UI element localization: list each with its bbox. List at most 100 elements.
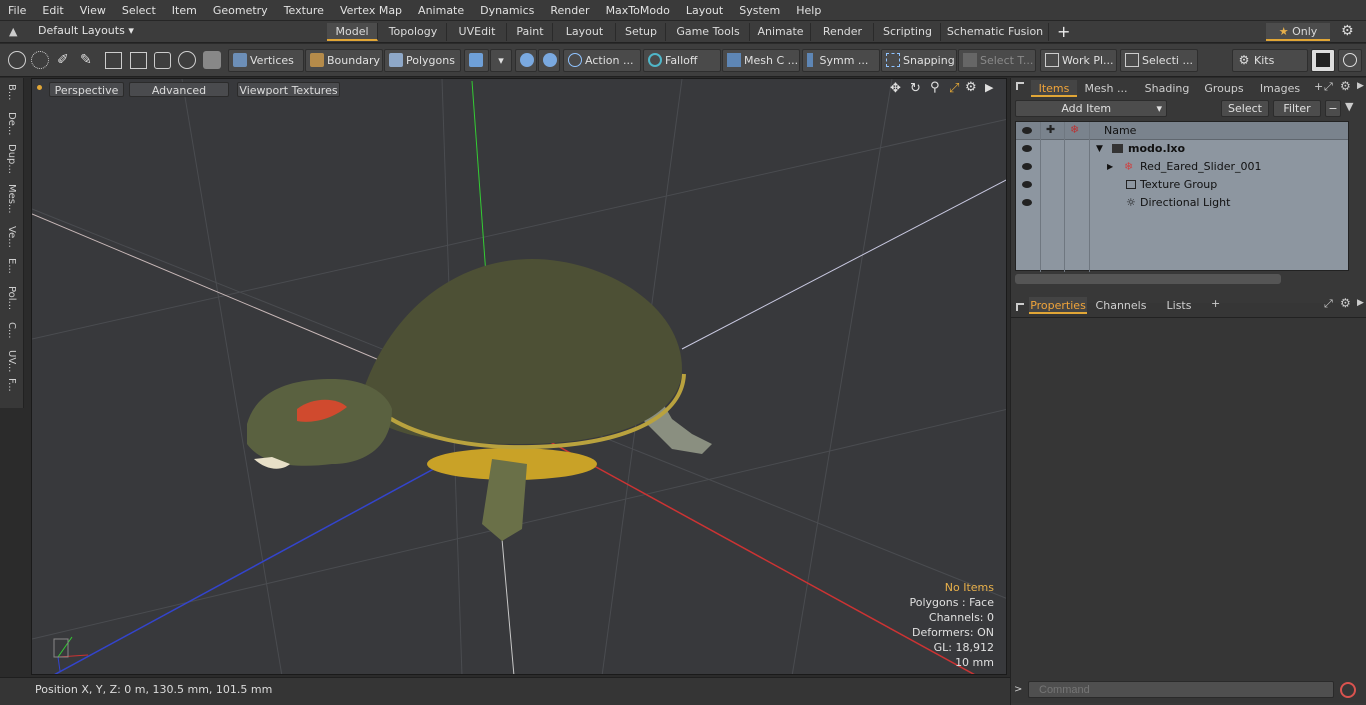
visibility-eye-icon[interactable] [1022,199,1032,206]
gear-icon[interactable]: ⚙ [1341,23,1354,39]
tab-images[interactable]: Images [1253,80,1307,97]
command-input[interactable] [1028,681,1334,698]
menu-maxtomodo[interactable]: MaxToModo [598,0,678,21]
tab-layout[interactable]: Layout [554,23,616,41]
left-tab-deform[interactable]: De... [3,112,19,135]
tab-shading[interactable]: Shading [1139,80,1195,97]
item-list-scrollbar[interactable] [1015,274,1281,284]
name-column-header[interactable]: Name [1104,124,1136,137]
panel-arrow-icon[interactable]: ▶ [1357,81,1364,91]
properties-gear-icon[interactable]: ⚙ [1340,296,1351,310]
left-tab-basic[interactable]: B... [3,84,19,100]
collapse-icon[interactable]: − [1325,100,1341,117]
tab-uvedit[interactable]: UVEdit [448,23,507,41]
viewport-gear-icon[interactable]: ⚙ [965,80,977,95]
rotate-view-icon[interactable]: ↻ [910,81,921,96]
menu-texture[interactable]: Texture [276,0,332,21]
default-layouts-dropdown[interactable]: Default Layouts ▾ [38,24,134,37]
falloff-button[interactable]: Falloff [643,49,721,72]
properties-arrow-icon[interactable]: ▶ [1357,298,1364,308]
tab-channels[interactable]: Channels [1093,297,1149,314]
select-button[interactable]: Select [1221,100,1269,117]
left-tab-duplicate[interactable]: Dup... [3,144,19,174]
menu-help[interactable]: Help [788,0,829,21]
mode-dropdown-button[interactable]: ▾ [490,49,512,72]
3d-viewport[interactable]: Perspective Advanced Viewport Textures ✥… [31,78,1007,675]
snapping-button[interactable]: Snapping [881,49,957,72]
menu-edit[interactable]: Edit [34,0,71,21]
mesh-constraint-button[interactable]: Mesh C ... [722,49,800,72]
menu-layout[interactable]: Layout [678,0,731,21]
perspective-button[interactable]: Perspective [49,82,124,97]
viewport-textures-button[interactable]: Viewport Textures [237,82,340,97]
action-button[interactable]: Action ... [563,49,641,72]
menu-select[interactable]: Select [114,0,164,21]
symmetry-button[interactable]: Symm ... [802,49,880,72]
tree-row-mesh[interactable]: ▶ ❄ Red_Eared_Slider_001 [1016,158,1348,176]
menu-view[interactable]: View [72,0,114,21]
fit-view-icon[interactable]: ⤢ [949,81,959,96]
add-panel-tab-button[interactable]: + [1314,80,1323,93]
advanced-button[interactable]: Advanced [129,82,229,97]
frame-icon[interactable] [154,52,171,69]
polygons-button[interactable]: Polygons [384,49,461,72]
grid-snap-icon[interactable] [130,52,147,69]
add-item-button[interactable]: Add Item ▾ [1015,100,1167,117]
tab-groups[interactable]: Groups [1199,80,1249,97]
pen-icon[interactable]: ✐ [57,52,69,68]
kits-button[interactable]: ⚙ Kits [1232,49,1308,72]
filter-button[interactable]: Filter [1273,100,1321,117]
tab-game-tools[interactable]: Game Tools [667,23,750,41]
left-tab-polygon[interactable]: Pol... [3,286,19,310]
timer-icon[interactable] [178,51,196,69]
menu-dynamics[interactable]: Dynamics [472,0,542,21]
unreal-button[interactable] [1338,49,1362,72]
tab-model[interactable]: Model [327,23,378,41]
left-tab-vertex[interactable]: Ve... [3,226,19,248]
symmetry-icon-button[interactable] [515,49,537,72]
tab-paint[interactable]: Paint [508,23,553,41]
material-mode-button[interactable] [464,49,489,72]
panel-gear-icon[interactable]: ⚙ [1340,79,1351,93]
tree-row-directional-light[interactable]: ☼ Directional Light [1016,194,1348,212]
visibility-eye-icon[interactable] [1022,163,1032,170]
left-tab-fusion[interactable]: F... [3,378,19,392]
properties-expand-icon[interactable]: ⤢ [1324,297,1333,311]
item-mode-icon[interactable] [203,51,221,69]
circle-select-icon[interactable] [8,51,26,69]
globe-icon[interactable] [31,51,49,69]
pivot-header-icon[interactable]: ❄ [1070,123,1079,136]
tab-schematic-fusion[interactable]: Schematic Fusion [942,23,1049,41]
tab-lists[interactable]: Lists [1153,297,1205,314]
panel-expand-icon[interactable]: ⤢ [1324,80,1333,94]
boundary-button[interactable]: Boundary [305,49,383,72]
add-properties-tab-button[interactable]: + [1211,297,1220,310]
expand-arrow-icon[interactable]: ▶ [1107,158,1113,176]
align-icon[interactable] [105,52,122,69]
menu-item[interactable]: Item [164,0,205,21]
tab-properties[interactable]: Properties [1029,297,1087,314]
move-view-icon[interactable]: ✥ [890,81,901,96]
select-through-button[interactable]: Select T... [958,49,1036,72]
visibility-eye-icon[interactable] [1022,181,1032,188]
menu-vertex-map[interactable]: Vertex Map [332,0,410,21]
turtle-model[interactable] [247,259,712,541]
visibility-eye-icon[interactable] [1022,145,1032,152]
left-tab-curve[interactable]: C... [3,322,19,339]
menu-file[interactable]: File [0,0,34,21]
tab-scripting[interactable]: Scripting [875,23,941,41]
visibility-header-icon[interactable] [1022,127,1032,134]
left-tab-mesh-edit[interactable]: Mes... [3,184,19,214]
menu-render[interactable]: Render [542,0,597,21]
tab-mesh[interactable]: Mesh ... [1081,80,1131,97]
menu-animate[interactable]: Animate [410,0,472,21]
tab-setup[interactable]: Setup [617,23,666,41]
tab-topology[interactable]: Topology [380,23,447,41]
record-icon[interactable] [1340,682,1356,698]
unity-button[interactable] [1311,49,1335,72]
expand-arrow-icon[interactable]: ▼ [1096,140,1103,158]
only-toggle[interactable]: ★ Only [1266,23,1330,41]
left-tab-uv[interactable]: UV... [3,350,19,372]
work-plane-button[interactable]: Work Pl... [1040,49,1117,72]
layout-arrow-icon[interactable]: ▲ [9,25,17,38]
